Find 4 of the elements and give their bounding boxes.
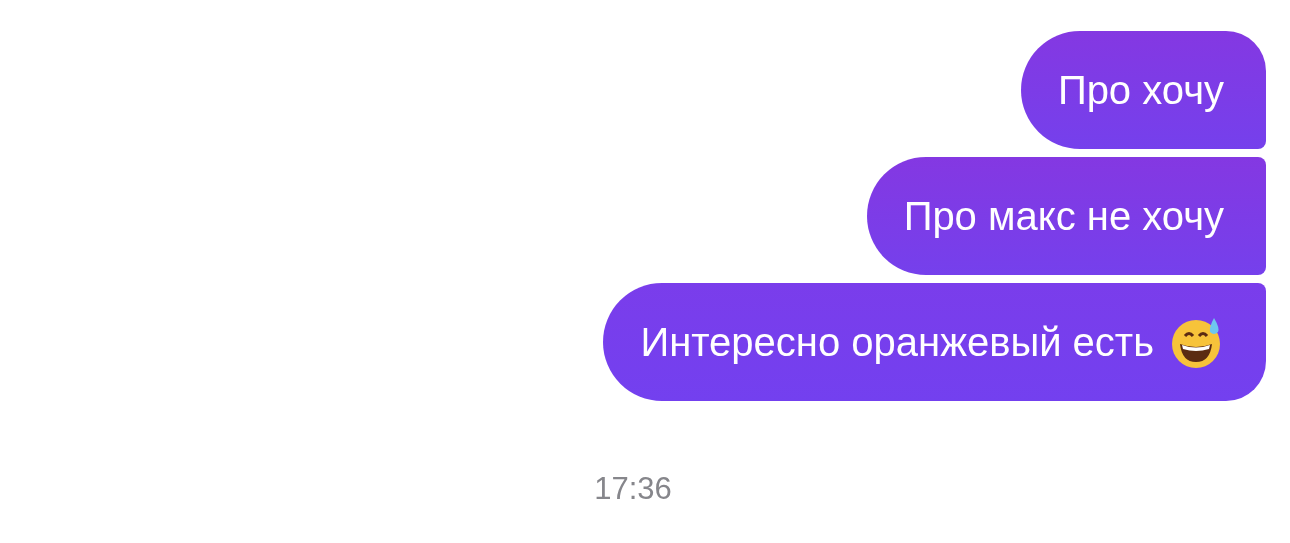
timestamp: 17:36: [594, 471, 672, 507]
message-text: Про макс не хочу: [903, 193, 1224, 239]
message-text: Про хочу: [1057, 67, 1224, 113]
message-text: Интересно оранжевый есть: [640, 319, 1154, 365]
